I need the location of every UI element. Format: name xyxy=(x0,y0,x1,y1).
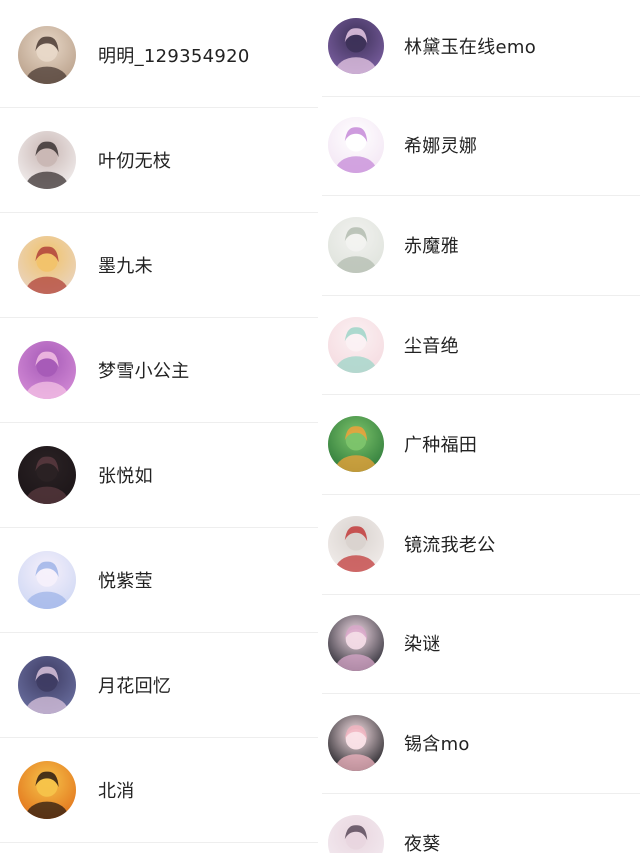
user-name[interactable]: 墨九未 xyxy=(98,252,153,278)
user-name[interactable]: 镜流我老公 xyxy=(404,531,496,557)
user-avatar-icon[interactable] xyxy=(328,117,384,174)
user-avatar-icon[interactable] xyxy=(328,17,384,74)
user-row[interactable]: 北消 xyxy=(0,737,318,842)
user-row[interactable]: 镜流我老公 xyxy=(322,494,640,594)
user-row[interactable]: 梦雪小公主 xyxy=(0,317,318,422)
user-row[interactable]: 尘音绝 xyxy=(322,295,640,395)
user-name[interactable]: 悦紫莹 xyxy=(98,567,153,593)
user-avatar-icon[interactable] xyxy=(18,25,76,84)
user-avatar-icon[interactable] xyxy=(328,814,384,853)
user-row[interactable]: 悦紫莹 xyxy=(0,527,318,632)
user-avatar-icon[interactable] xyxy=(328,515,384,572)
row-divider xyxy=(0,842,318,843)
user-avatar-icon[interactable] xyxy=(328,615,384,672)
user-avatar-icon[interactable] xyxy=(328,316,384,373)
left-user-list: 明明_129354920 叶仞无枝墨九未梦雪小公主张悦如悦紫莹月花回忆北消 xyxy=(0,0,318,853)
user-name[interactable]: 张悦如 xyxy=(98,462,153,488)
user-name[interactable]: 赤魔雅 xyxy=(404,232,459,258)
user-name[interactable]: 月花回忆 xyxy=(98,672,171,698)
user-row[interactable]: 林黛玉在线emo xyxy=(322,0,640,96)
user-row[interactable]: 夜葵 xyxy=(322,793,640,853)
user-avatar-icon[interactable] xyxy=(18,760,76,819)
user-name[interactable]: 尘音绝 xyxy=(404,332,459,358)
user-avatar-icon[interactable] xyxy=(18,340,76,399)
user-row[interactable]: 赤魔雅 xyxy=(322,195,640,295)
user-name[interactable]: 希娜灵娜 xyxy=(404,132,477,158)
user-row[interactable]: 叶仞无枝 xyxy=(0,107,318,212)
right-user-list: 林黛玉在线emo 希娜灵娜赤魔雅尘音绝广种福田镜流我老公染谜锡含mo 夜葵 xyxy=(322,0,640,853)
user-name[interactable]: 广种福田 xyxy=(404,431,477,457)
user-name[interactable]: 明明_129354920 xyxy=(98,42,250,68)
user-row[interactable]: 张悦如 xyxy=(0,422,318,527)
user-name[interactable]: 夜葵 xyxy=(404,830,441,853)
contact-list-screen: 明明_129354920 叶仞无枝墨九未梦雪小公主张悦如悦紫莹月花回忆北消 林黛玉… xyxy=(0,0,640,853)
user-name[interactable]: 北消 xyxy=(98,777,135,803)
user-name[interactable]: 林黛玉在线emo xyxy=(404,33,536,59)
user-avatar-icon[interactable] xyxy=(328,714,384,771)
user-name[interactable]: 梦雪小公主 xyxy=(98,357,190,383)
user-row[interactable]: 希娜灵娜 xyxy=(322,96,640,196)
user-row[interactable]: 墨九未 xyxy=(0,212,318,317)
user-avatar-icon[interactable] xyxy=(18,235,76,294)
user-avatar-icon[interactable] xyxy=(18,550,76,609)
user-row[interactable]: 广种福田 xyxy=(322,394,640,494)
user-row[interactable]: 染谜 xyxy=(322,594,640,694)
user-avatar-icon[interactable] xyxy=(328,216,384,273)
user-row[interactable]: 锡含mo xyxy=(322,693,640,793)
user-avatar-icon[interactable] xyxy=(18,130,76,189)
user-row[interactable]: 明明_129354920 xyxy=(0,2,318,107)
user-avatar-icon[interactable] xyxy=(18,445,76,504)
user-avatar-icon[interactable] xyxy=(18,655,76,714)
user-avatar-icon[interactable] xyxy=(328,416,384,473)
user-name[interactable]: 锡含mo xyxy=(404,730,470,756)
user-name[interactable]: 叶仞无枝 xyxy=(98,147,171,173)
user-row[interactable]: 月花回忆 xyxy=(0,632,318,737)
user-name[interactable]: 染谜 xyxy=(404,630,441,656)
